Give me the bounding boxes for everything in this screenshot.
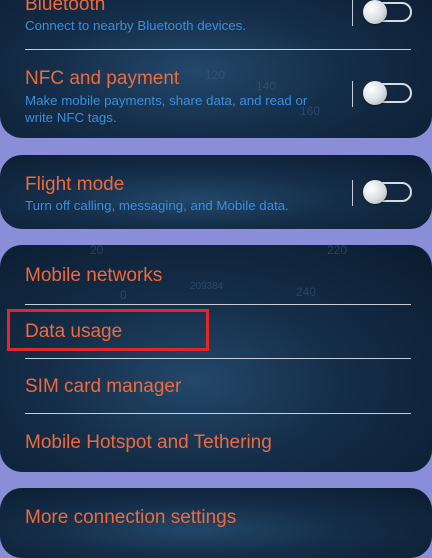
more-connection-settings-label: More connection settings [25, 507, 237, 528]
bluetooth-row[interactable]: Bluetooth Connect to nearby Bluetooth de… [0, 0, 432, 50]
toggle-knob [363, 81, 387, 105]
list-item-sim-card-manager[interactable]: SIM card manager [0, 359, 432, 413]
network-settings-card: 20 220 240 0 209384 Mobile networks Data… [0, 245, 432, 472]
flight-mode-description: Turn off calling, messaging, and Mobile … [25, 198, 289, 213]
flight-mode-toggle[interactable] [363, 180, 412, 204]
toggle-knob [363, 0, 387, 24]
toggle-separator [352, 81, 353, 107]
more-settings-card: More connection settings [0, 488, 432, 558]
mobile-hotspot-label: Mobile Hotspot and Tethering [25, 432, 272, 453]
list-item-mobile-networks[interactable]: Mobile networks [0, 245, 432, 304]
nfc-title: NFC and payment [25, 68, 180, 89]
bluetooth-toggle[interactable] [363, 0, 412, 24]
list-item-more-connection-settings[interactable]: More connection settings [0, 488, 432, 558]
flight-mode-row[interactable]: Flight mode Turn off calling, messaging,… [0, 155, 432, 229]
flight-mode-title: Flight mode [25, 174, 125, 195]
toggle-knob [363, 180, 387, 204]
list-item-mobile-hotspot[interactable]: Mobile Hotspot and Tethering [0, 414, 432, 472]
bluetooth-title: Bluetooth [25, 0, 106, 15]
bluetooth-description: Connect to nearby Bluetooth devices. [25, 18, 247, 33]
connectivity-card: 120 140 160 Bluetooth Connect to nearby … [0, 0, 432, 138]
highlight-box [7, 309, 209, 351]
nfc-description: Make mobile payments, share data, and re… [25, 93, 308, 125]
sim-card-manager-label: SIM card manager [25, 376, 182, 397]
nfc-toggle[interactable] [363, 81, 412, 105]
toggle-separator [352, 0, 353, 26]
mobile-networks-label: Mobile networks [25, 265, 163, 286]
nfc-row[interactable]: NFC and payment Make mobile payments, sh… [0, 50, 432, 138]
toggle-separator [352, 180, 353, 206]
flight-mode-card: Flight mode Turn off calling, messaging,… [0, 155, 432, 229]
